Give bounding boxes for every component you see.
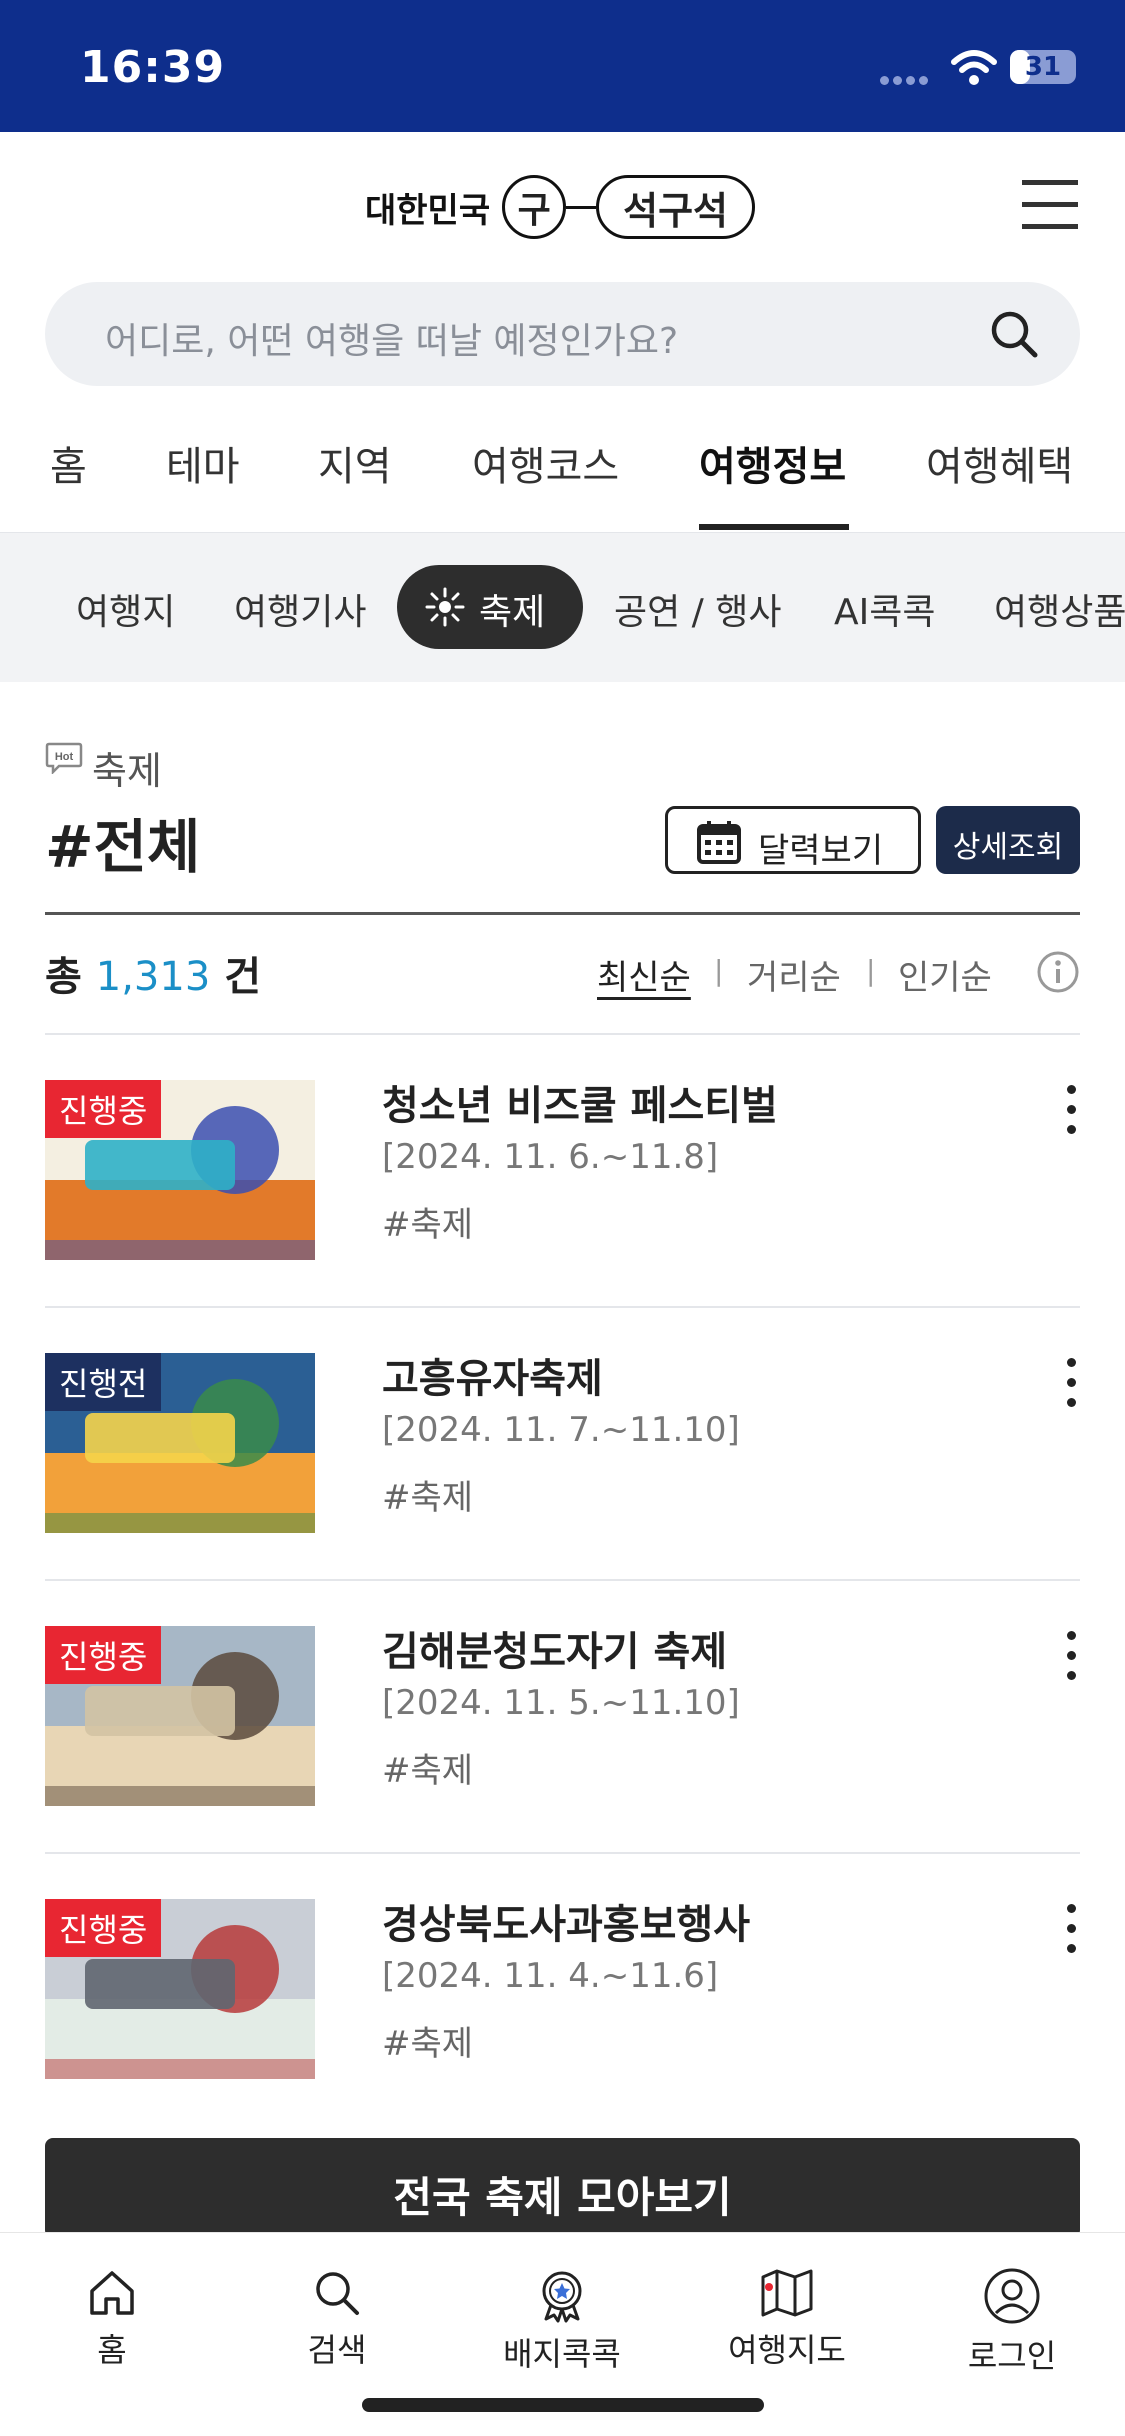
- festival-date: [2024. 11. 6.~11.8]: [382, 1137, 719, 1177]
- detail-search-button[interactable]: 상세조회: [936, 806, 1080, 874]
- more-options-icon[interactable]: [1065, 1904, 1077, 1954]
- more-options-icon[interactable]: [1065, 1631, 1077, 1681]
- home-indicator: [362, 2398, 764, 2412]
- detail-search-label: 상세조회: [952, 830, 1064, 865]
- bottom-tab-search[interactable]: 검색: [257, 2267, 417, 2371]
- status-time: 16:39: [80, 42, 226, 93]
- list-item[interactable]: 진행중 김해분청도자기 축제 [2024. 11. 5.~11.10] #축제: [45, 1579, 1080, 1852]
- bottom-tab-label: 홈: [97, 2331, 127, 2369]
- section-title: #전체: [45, 813, 201, 881]
- list-item[interactable]: 진행중 청소년 비즈쿨 페스티벌 [2024. 11. 6.~11.8] #축제: [45, 1033, 1080, 1306]
- festival-date: [2024. 11. 7.~11.10]: [382, 1410, 740, 1450]
- bottom-tab-home[interactable]: 홈: [32, 2267, 192, 2371]
- tab-theme[interactable]: 테마: [166, 434, 240, 492]
- all-festivals-label: 전국 축제 모아보기: [393, 2173, 732, 2222]
- festival-thumbnail[interactable]: 진행중: [45, 1899, 315, 2079]
- list-item[interactable]: 진행중 경상북도사과홍보행사 [2024. 11. 4.~11.6] #축제: [45, 1852, 1080, 2125]
- all-festivals-button[interactable]: 전국 축제 모아보기: [45, 2138, 1080, 2238]
- count-number: 1,313: [95, 954, 211, 1000]
- search-bar[interactable]: 어디로, 어떤 여행을 떠날 예정인가요?: [45, 282, 1080, 386]
- festival-date: [2024. 11. 4.~11.6]: [382, 1956, 719, 1996]
- bottom-tab-label: 여행지도: [728, 2331, 846, 2369]
- bottom-tab-label: 검색: [307, 2331, 367, 2369]
- search-icon[interactable]: [988, 308, 1040, 360]
- festival-tag[interactable]: #축제: [382, 1743, 473, 1792]
- sort-separator: |: [714, 954, 724, 987]
- festival-title[interactable]: 경상북도사과홍보행사: [382, 1892, 750, 1950]
- menu-icon[interactable]: [1022, 178, 1078, 232]
- home-icon: [90, 2271, 134, 2315]
- sort-separator: |: [866, 954, 876, 987]
- search-placeholder: 어디로, 어떤 여행을 떠날 예정인가요?: [105, 321, 679, 362]
- status-badge: 진행중: [45, 1626, 162, 1684]
- site-logo[interactable]: 대한민국 구 석구석: [365, 172, 756, 242]
- subnav-item-ai[interactable]: AI콕콕: [834, 583, 935, 635]
- section-subtitle: 축제: [92, 749, 162, 793]
- bottom-tab-label: 배지콕콕: [503, 2335, 621, 2373]
- status-bar: 16:39 31: [0, 0, 1125, 132]
- calendar-view-label: 달력보기: [758, 831, 884, 871]
- status-badge: 진행전: [45, 1353, 162, 1411]
- bottom-tab-label: 로그인: [967, 2337, 1057, 2375]
- tab-home[interactable]: 홈: [50, 434, 87, 492]
- calendar-icon: [697, 821, 741, 864]
- subnav-item-label: 축제: [479, 592, 546, 633]
- info-icon[interactable]: [1036, 950, 1080, 994]
- divider: [45, 912, 1080, 915]
- more-options-icon[interactable]: [1065, 1085, 1077, 1135]
- list-item[interactable]: 진행전 고흥유자축제 [2024. 11. 7.~11.10] #축제: [45, 1306, 1080, 1579]
- tab-benefits[interactable]: 여행혜택: [926, 434, 1073, 492]
- sort-latest[interactable]: 최신순: [597, 950, 691, 999]
- subnav-item-articles[interactable]: 여행기사: [234, 583, 366, 635]
- logo-pill: 석구석: [596, 175, 756, 239]
- subnav-item-festival[interactable]: 축제: [397, 565, 583, 649]
- subnav-item-destinations[interactable]: 여행지: [76, 583, 175, 635]
- sort-distance[interactable]: 거리순: [747, 950, 841, 999]
- festival-thumbnail[interactable]: 진행중: [45, 1080, 315, 1260]
- battery-level: 31: [1024, 52, 1062, 82]
- hot-icon: Hot: [45, 742, 83, 774]
- sub-nav: 여행지 여행기사 축제 공연 / 행사 AI콕콕 여행상품: [0, 532, 1125, 682]
- map-icon: [761, 2269, 813, 2317]
- status-badge: 진행중: [45, 1899, 162, 1957]
- logo-connector: [566, 205, 597, 209]
- main-nav: 홈 테마 지역 여행코스 여행정보 여행혜택: [0, 420, 1125, 532]
- cellular-signal-icon: [880, 70, 932, 89]
- badge-icon: [542, 2271, 582, 2323]
- status-badge: 진행중: [45, 1080, 162, 1138]
- more-options-icon[interactable]: [1065, 1358, 1077, 1408]
- festival-tag[interactable]: #축제: [382, 1470, 473, 1519]
- tab-course[interactable]: 여행코스: [472, 434, 619, 492]
- search-icon: [316, 2272, 359, 2315]
- bottom-tab-map[interactable]: 여행지도: [707, 2267, 867, 2371]
- subnav-item-events[interactable]: 공연 / 행사: [614, 583, 782, 635]
- festival-tag[interactable]: #축제: [382, 1197, 473, 1246]
- calendar-view-button[interactable]: 달력보기: [665, 806, 921, 874]
- sort-popular[interactable]: 인기순: [898, 950, 992, 999]
- logo-prefix: 대한민국: [365, 190, 491, 231]
- festival-tag[interactable]: #축제: [382, 2016, 473, 2065]
- logo-circle: 구: [502, 175, 567, 239]
- festival-date: [2024. 11. 5.~11.10]: [382, 1683, 740, 1723]
- wifi-icon: [951, 50, 997, 85]
- tab-travel-info[interactable]: 여행정보: [699, 434, 846, 492]
- user-icon: [984, 2268, 1040, 2324]
- active-tab-indicator: [699, 524, 849, 530]
- bottom-tab-login[interactable]: 로그인: [932, 2267, 1092, 2377]
- count-suffix: 건: [224, 954, 262, 1000]
- battery-icon: 31: [1010, 50, 1076, 84]
- tab-region[interactable]: 지역: [318, 434, 392, 492]
- result-count: 총 1,313 건: [45, 944, 261, 1002]
- festival-title[interactable]: 김해분청도자기 축제: [382, 1619, 727, 1677]
- hot-icon-text: Hot: [55, 751, 74, 763]
- festival-thumbnail[interactable]: 진행중: [45, 1626, 315, 1806]
- sun-icon: [425, 587, 465, 627]
- count-prefix: 총: [45, 954, 82, 1000]
- festival-thumbnail[interactable]: 진행전: [45, 1353, 315, 1533]
- bottom-tab-badge[interactable]: 배지콕콕: [482, 2267, 642, 2375]
- festival-title[interactable]: 청소년 비즈쿨 페스티벌: [382, 1073, 778, 1131]
- festival-title[interactable]: 고흥유자축제: [382, 1346, 603, 1404]
- subnav-item-products[interactable]: 여행상품: [994, 583, 1125, 635]
